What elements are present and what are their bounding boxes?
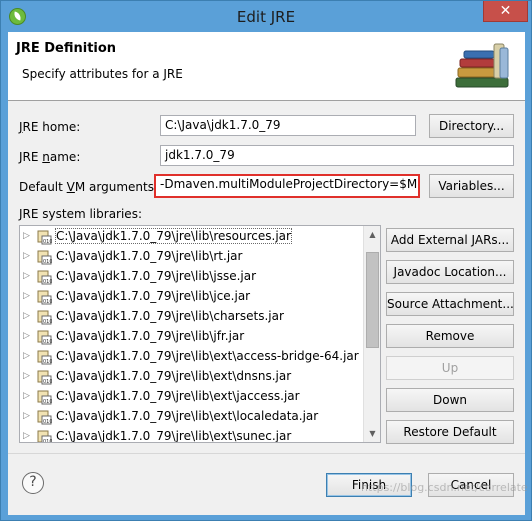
svg-text:010: 010 (43, 359, 52, 365)
library-path: C:\Java\jdk1.7.0_79\jre\lib\jsse.jar (56, 269, 257, 283)
scroll-up-arrow-icon[interactable]: ▲ (364, 226, 380, 243)
library-row[interactable]: ▷ 010 C:\Java\jdk1.7.0_79\jre\lib\jce.ja… (20, 287, 365, 307)
jar-icon: 010 (37, 350, 52, 365)
expand-arrow-icon[interactable]: ▷ (23, 291, 30, 301)
svg-text:010: 010 (43, 419, 52, 425)
library-row[interactable]: ▷ 010 C:\Java\jdk1.7.0_79\jre\lib\ext\ja… (20, 387, 365, 407)
header-description: Specify attributes for a JRE (22, 67, 183, 81)
expand-arrow-icon[interactable]: ▷ (23, 311, 30, 321)
expand-arrow-icon[interactable]: ▷ (23, 371, 30, 381)
library-path: C:\Java\jdk1.7.0_79\jre\lib\charsets.jar (56, 309, 284, 323)
dialog-body: JRE Definition Specify attributes for a … (8, 32, 525, 515)
library-row[interactable]: ▷ 010 C:\Java\jdk1.7.0_79\jre\lib\jsse.j… (20, 267, 365, 287)
library-books-icon (455, 43, 509, 88)
variables-button[interactable]: Variables... (429, 174, 514, 198)
expand-arrow-icon[interactable]: ▷ (23, 391, 30, 401)
svg-text:010: 010 (43, 259, 52, 265)
library-path: C:\Java\jdk1.7.0_79\jre\lib\ext\dnsns.ja… (56, 369, 292, 383)
library-path: C:\Java\jdk1.7.0_79\jre\lib\jfr.jar (56, 329, 245, 343)
expand-arrow-icon[interactable]: ▷ (23, 231, 30, 241)
expand-arrow-icon[interactable]: ▷ (23, 271, 30, 281)
window-title: Edit JRE (236, 8, 296, 26)
library-path: C:\Java\jdk1.7.0_79\jre\lib\resources.ja… (55, 228, 292, 244)
jar-icon: 010 (37, 410, 52, 425)
jar-icon: 010 (37, 250, 52, 265)
libraries-tree[interactable]: ▷ 010 C:\Java\jdk1.7.0_79\jre\lib\resour… (19, 225, 381, 443)
jar-icon: 010 (37, 370, 52, 385)
vm-arguments-label: Default VM arguments: (19, 180, 159, 194)
remove-button[interactable]: Remove (386, 324, 514, 348)
libraries-scrollbar[interactable]: ▲ ▼ (363, 226, 380, 442)
svg-text:010: 010 (43, 319, 52, 325)
scrollbar-thumb[interactable] (366, 252, 379, 348)
libraries-label: JRE system libraries: (19, 207, 142, 221)
expand-arrow-icon[interactable]: ▷ (23, 351, 30, 361)
library-path: C:\Java\jdk1.7.0_79\jre\lib\jce.jar (56, 289, 251, 303)
library-path: C:\Java\jdk1.7.0_79\jre\lib\ext\localeda… (56, 409, 319, 423)
svg-text:010: 010 (43, 399, 52, 405)
jre-name-field[interactable]: jdk1.7.0_79 (160, 145, 514, 166)
up-button[interactable]: Up (386, 356, 514, 380)
scroll-down-arrow-icon[interactable]: ▼ (364, 425, 380, 442)
library-path: C:\Java\jdk1.7.0_79\jre\lib\rt.jar (56, 249, 243, 263)
svg-text:010: 010 (43, 379, 52, 385)
library-row[interactable]: ▷ 010 C:\Java\jdk1.7.0_79\jre\lib\ext\su… (20, 427, 365, 443)
library-row[interactable]: ▷ 010 C:\Java\jdk1.7.0_79\jre\lib\ext\dn… (20, 367, 365, 387)
edit-jre-dialog: Edit JRE ✕ JRE Definition Specify attrib… (0, 0, 532, 521)
jre-home-field[interactable]: C:\Java\jdk1.7.0_79 (160, 115, 416, 136)
svg-text:010: 010 (43, 439, 52, 443)
svg-text:010: 010 (43, 239, 52, 245)
javadoc-location-button[interactable]: Javadoc Location... (386, 260, 514, 284)
add-external-jars-button[interactable]: Add External JARs... (386, 228, 514, 252)
jre-home-label: JRE home: (19, 120, 81, 134)
expand-arrow-icon[interactable]: ▷ (23, 411, 30, 421)
expand-arrow-icon[interactable]: ▷ (23, 331, 30, 341)
jar-icon: 010 (37, 230, 52, 245)
dialog-header: JRE Definition Specify attributes for a … (8, 32, 525, 101)
jar-icon: 010 (37, 330, 52, 345)
down-button[interactable]: Down (386, 388, 514, 412)
library-path: C:\Java\jdk1.7.0_79\jre\lib\ext\sunec.ja… (56, 429, 292, 443)
library-row[interactable]: ▷ 010 C:\Java\jdk1.7.0_79\jre\lib\resour… (20, 227, 365, 247)
jar-icon: 010 (37, 310, 52, 325)
svg-text:010: 010 (43, 339, 52, 345)
jre-name-label: JRE name: (19, 150, 81, 164)
jar-icon: 010 (37, 290, 52, 305)
library-path: C:\Java\jdk1.7.0_79\jre\lib\ext\access-b… (56, 349, 359, 363)
source-attachment-button[interactable]: Source Attachment... (386, 292, 514, 316)
vm-arguments-field[interactable]: -Dmaven.multiModuleProjectDirectory=$M (154, 174, 420, 198)
svg-text:010: 010 (43, 299, 52, 305)
library-row[interactable]: ▷ 010 C:\Java\jdk1.7.0_79\jre\lib\charse… (20, 307, 365, 327)
library-row[interactable]: ▷ 010 C:\Java\jdk1.7.0_79\jre\lib\ext\lo… (20, 407, 365, 427)
directory-button[interactable]: Directory... (429, 114, 514, 138)
jar-icon: 010 (37, 430, 52, 443)
svg-text:010: 010 (43, 279, 52, 285)
jar-icon: 010 (37, 390, 52, 405)
help-icon[interactable]: ? (22, 472, 44, 494)
footer-separator (8, 453, 525, 454)
title-bar[interactable]: Edit JRE ✕ (1, 1, 531, 32)
expand-arrow-icon[interactable]: ▷ (23, 431, 30, 441)
library-row[interactable]: ▷ 010 C:\Java\jdk1.7.0_79\jre\lib\ext\ac… (20, 347, 365, 367)
jar-icon: 010 (37, 270, 52, 285)
close-button[interactable]: ✕ (483, 1, 528, 22)
restore-default-button[interactable]: Restore Default (386, 420, 514, 444)
watermark: https://blog.csdn.net/correlate (361, 481, 528, 494)
library-row[interactable]: ▷ 010 C:\Java\jdk1.7.0_79\jre\lib\jfr.ja… (20, 327, 365, 347)
header-title: JRE Definition (16, 41, 117, 56)
expand-arrow-icon[interactable]: ▷ (23, 251, 30, 261)
library-row[interactable]: ▷ 010 C:\Java\jdk1.7.0_79\jre\lib\rt.jar (20, 247, 365, 267)
library-path: C:\Java\jdk1.7.0_79\jre\lib\ext\jaccess.… (56, 389, 300, 403)
